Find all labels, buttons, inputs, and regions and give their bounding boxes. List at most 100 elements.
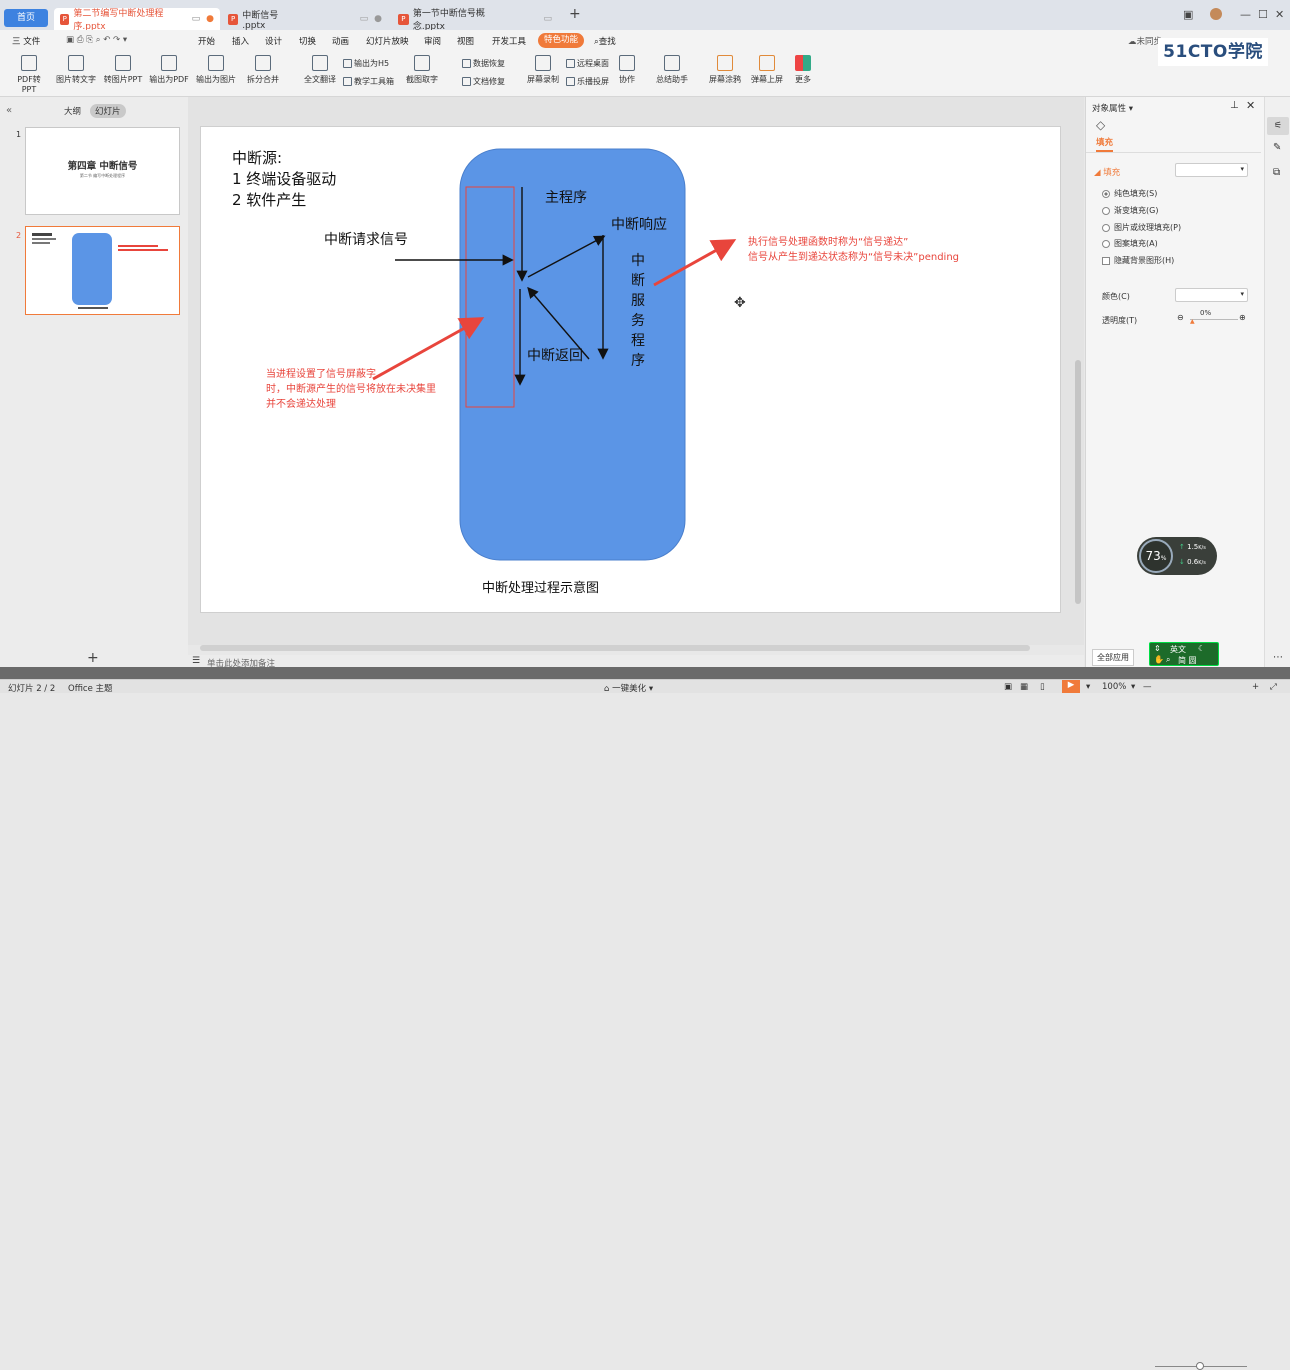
- apply-all-button[interactable]: 全部应用: [1092, 649, 1134, 666]
- split-merge-button[interactable]: 拆分合并: [242, 55, 284, 85]
- radio-icon: [1102, 239, 1110, 248]
- view-sorter-icon[interactable]: ▦: [1020, 682, 1028, 692]
- zoom-plus-icon[interactable]: +: [1252, 682, 1259, 692]
- close-panel-icon[interactable]: ✕: [1246, 99, 1255, 112]
- cast-button[interactable]: 乐播投屏: [566, 76, 609, 87]
- zoom-level[interactable]: 100%: [1102, 682, 1126, 692]
- brush-icon[interactable]: ✎: [1273, 142, 1281, 153]
- more-dots-icon[interactable]: ⋯: [1273, 652, 1283, 663]
- window-count-icon[interactable]: ▣: [1183, 8, 1193, 21]
- transparency-decrease[interactable]: ⊖: [1177, 313, 1184, 322]
- chevron-down-icon: ▾: [1240, 165, 1244, 173]
- menu-view[interactable]: 视图: [457, 35, 474, 47]
- screen-record-button[interactable]: 屏幕录制: [524, 55, 562, 85]
- play-options-icon[interactable]: ▾: [1086, 682, 1090, 692]
- menu-transition[interactable]: 切换: [299, 35, 316, 47]
- slide-number: 1: [16, 130, 22, 139]
- hide-background-checkbox[interactable]: 隐藏背景图形(H): [1102, 255, 1174, 266]
- slider-handle-icon[interactable]: ▲: [1190, 318, 1195, 325]
- quick-access-icons[interactable]: ▣ ⎙ ⎘ ⌕ ↶ ↷ ▾: [66, 35, 127, 45]
- fill-bucket-icon[interactable]: ◇: [1096, 118, 1105, 132]
- more-button[interactable]: 更多: [792, 55, 814, 85]
- screen-paint-button[interactable]: 屏幕涂鸦: [706, 55, 744, 85]
- color-dropdown[interactable]: ▾: [1175, 288, 1248, 302]
- zoom-slider-handle[interactable]: [1196, 1362, 1204, 1370]
- transparency-increase[interactable]: ⊕: [1239, 313, 1246, 322]
- horizontal-scrollbar[interactable]: [200, 645, 1030, 651]
- menu-file[interactable]: 三 文件: [12, 35, 40, 47]
- source-item-1: 1 终端设备驱动: [232, 170, 337, 188]
- teaching-tools-button[interactable]: 教学工具箱: [343, 76, 394, 87]
- radio-pattern-fill[interactable]: 图案填充(A): [1102, 238, 1158, 249]
- menu-devtools[interactable]: 开发工具: [492, 35, 526, 47]
- object-properties-panel: 对象属性 ▾ ⊥ ✕ ◇ 填充 ◢ 填充 ▾ 纯色填充(S) 渐变填充(G) 图…: [1085, 97, 1290, 667]
- menu-slideshow[interactable]: 幻灯片放映: [366, 35, 409, 47]
- slide-thumbnail-2[interactable]: [25, 226, 180, 315]
- maximize-icon[interactable]: ☐: [1258, 8, 1268, 21]
- cooperate-button[interactable]: 协作: [616, 55, 638, 85]
- menu-insert[interactable]: 插入: [232, 35, 249, 47]
- dot-icon: ●: [374, 14, 382, 24]
- tab-document-2[interactable]: P 中断信号 .pptx ▭ ●: [222, 8, 388, 31]
- full-translate-button[interactable]: 全文翻译: [302, 55, 338, 85]
- data-recovery-button[interactable]: 数据恢复: [462, 58, 505, 69]
- export-h5-button[interactable]: 输出为H5: [343, 58, 389, 69]
- export-image-icon: [208, 55, 224, 71]
- remote-desktop-button[interactable]: 远程桌面: [566, 58, 609, 69]
- search-button[interactable]: ⌕查找: [594, 35, 616, 47]
- tab-home[interactable]: 首页: [4, 9, 48, 27]
- sync-status[interactable]: ☁未同步: [1128, 35, 1162, 47]
- screenshot-ocr-button[interactable]: 截图取字: [402, 55, 442, 85]
- fill-tab[interactable]: 填充: [1096, 136, 1114, 152]
- avatar[interactable]: [1210, 8, 1222, 23]
- to-image-ppt-button[interactable]: 转图片PPT: [102, 55, 144, 85]
- radio-picture-fill[interactable]: 图片或纹理填充(P): [1102, 222, 1181, 233]
- close-icon[interactable]: ✕: [1275, 8, 1284, 21]
- copy-icon[interactable]: ⧉: [1273, 167, 1280, 178]
- vertical-scrollbar[interactable]: [1075, 360, 1081, 604]
- beautify-button[interactable]: ⌂ 一键美化 ▾: [604, 682, 653, 694]
- menu-design[interactable]: 设计: [265, 35, 282, 47]
- minimize-icon[interactable]: —: [1240, 8, 1251, 21]
- upload-speed: ↑ 1.5K/s: [1179, 543, 1206, 551]
- image-to-text-button[interactable]: 图片转文字: [54, 55, 98, 85]
- export-pdf-button[interactable]: 输出为PDF: [148, 55, 190, 85]
- new-tab-button[interactable]: +: [569, 6, 581, 22]
- pdf-to-ppt-button[interactable]: PDF转PPT: [10, 55, 48, 94]
- doc-repair-button[interactable]: 文档修复: [462, 76, 505, 87]
- radio-gradient-fill[interactable]: 渐变填充(G): [1102, 205, 1158, 216]
- zoom-out-icon[interactable]: ▾: [1131, 682, 1135, 692]
- fit-window-icon[interactable]: ⤢: [1270, 682, 1277, 692]
- add-slide-button[interactable]: +: [87, 650, 99, 666]
- translate-icon: [312, 55, 328, 71]
- tab-outline[interactable]: 大纲: [64, 105, 81, 117]
- collapse-panel-icon[interactable]: «: [6, 105, 12, 116]
- export-image-button[interactable]: 输出为图片: [194, 55, 238, 85]
- cast-icon: [566, 77, 575, 86]
- network-speed-widget[interactable]: 73% ↑ 1.5K/s ↓ 0.6K/s: [1137, 537, 1217, 575]
- menu-review[interactable]: 审阅: [424, 35, 441, 47]
- fill-type-dropdown[interactable]: ▾: [1175, 163, 1248, 177]
- transparency-slider[interactable]: [1190, 319, 1238, 320]
- radio-solid-fill[interactable]: 纯色填充(S): [1102, 188, 1157, 199]
- menu-start[interactable]: 开始: [198, 35, 215, 47]
- view-normal-icon[interactable]: ▣: [1004, 682, 1012, 692]
- pin-icon[interactable]: ⊥: [1230, 100, 1239, 111]
- monitor-icon: ▭: [359, 14, 369, 24]
- menu-animation[interactable]: 动画: [332, 35, 349, 47]
- tab-document-1[interactable]: P 第二节编写中断处理程序.pptx ▭ ●: [54, 8, 220, 32]
- tab-document-3[interactable]: P 第一节中断信号概念.pptx ▭: [392, 8, 558, 32]
- radio-icon: [1102, 189, 1110, 198]
- zoom-minus-icon[interactable]: —: [1143, 682, 1152, 692]
- tab-slides[interactable]: 幻灯片: [90, 104, 126, 118]
- properties-icon[interactable]: ⚟: [1267, 117, 1289, 135]
- view-reading-icon[interactable]: ▯: [1040, 682, 1045, 692]
- bullet-screen-button[interactable]: 弹幕上屏: [748, 55, 786, 85]
- play-slideshow-button[interactable]: ▶: [1062, 680, 1080, 693]
- fill-section-header[interactable]: ◢ 填充: [1094, 166, 1120, 178]
- menu-special-features[interactable]: 特色功能: [538, 33, 584, 48]
- slide-thumbnail-1[interactable]: 第四章 中断信号 第二节 编写中断处理程序: [25, 127, 180, 215]
- ime-widget[interactable]: ⇕ 英文 ☾ ✋ ⌕ 简 圆: [1149, 642, 1219, 666]
- slide-2[interactable]: 中断源: 1 终端设备驱动 2 软件产生 中断请求信号 主程序 中断响应 中 断…: [200, 126, 1061, 613]
- summary-helper-button[interactable]: 总结助手: [652, 55, 692, 85]
